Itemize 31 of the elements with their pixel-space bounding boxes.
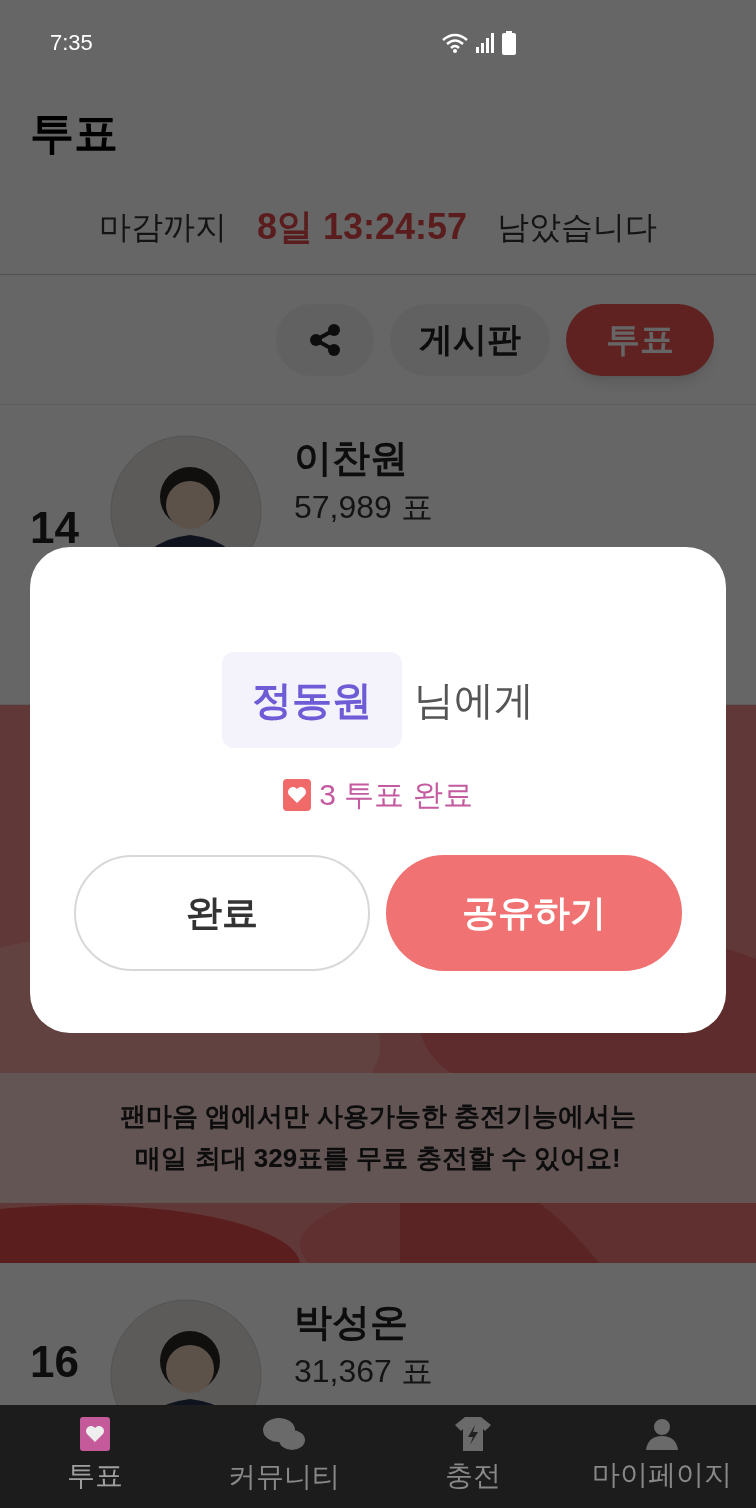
signal-icon [476,32,494,53]
board-button[interactable]: 게시판 [390,303,550,376]
recipient-name: 정동원 [222,652,402,748]
rank-number: 16 [30,1336,80,1388]
wifi-icon [442,32,468,53]
share-button[interactable]: 공유하기 [386,855,682,971]
vote-count: 31,367 표 [294,1351,433,1391]
rank-number: 14 [30,502,80,554]
heart-card-icon [79,1416,110,1451]
nav-tab[interactable]: 마이페이지 [567,1405,756,1508]
share-icon [308,322,342,357]
candidate-name: 이찬원 [294,436,409,481]
countdown-label: 마감까지 [98,208,227,247]
done-button[interactable]: 완료 [74,855,370,971]
page-title: 투표 [30,106,118,159]
nav-tab[interactable]: 투표 [0,1405,189,1508]
nav-tab[interactable]: 커뮤니티 [189,1405,378,1508]
nav-tab[interactable]: 충전 [378,1405,567,1508]
vote-count: 57,989 표 [294,487,433,527]
candidate-name: 박성온 [294,1300,409,1345]
recipient-suffix: 님에게 [414,677,534,724]
countdown-suffix: 남았습니다 [497,208,658,247]
countdown-time: 8일 13:24:57 [256,205,468,249]
vote-result: 3 투표 완료 [319,777,473,813]
shirt-bolt-icon [454,1416,491,1451]
banner-text: 매일 최대 329표를 무료 충전할 수 있어요! [135,1142,621,1175]
banner-text: 팬마음 앱에서만 사용가능한 충전기능에서는 [120,1100,636,1134]
status-time: 7:35 [50,29,93,57]
chat-bubbles-icon [261,1415,306,1452]
battery-icon [502,30,516,55]
person-icon [645,1417,678,1450]
